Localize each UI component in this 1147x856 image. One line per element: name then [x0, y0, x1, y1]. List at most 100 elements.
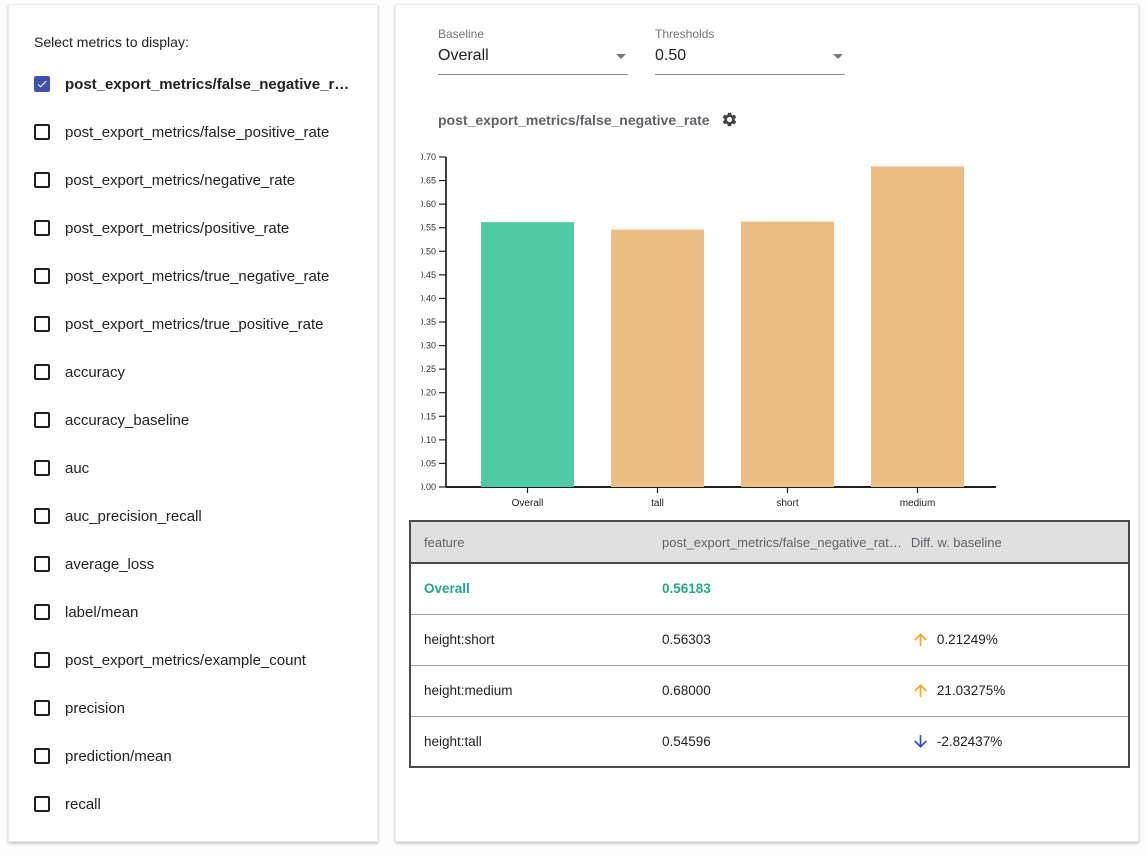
metric-option-label: post_export_metrics/positive_rate — [65, 220, 289, 237]
metric-value-cell: 0.68000 — [654, 665, 903, 716]
checkbox-unchecked-icon[interactable] — [34, 412, 50, 428]
metric-option-label: auc — [65, 460, 89, 477]
diff-cell: 0.21249% — [903, 614, 1129, 665]
arrow-down-icon — [911, 732, 930, 751]
metric-option-15[interactable]: recall — [9, 780, 377, 828]
metrics-sidebar: Select metrics to display: post_export_m… — [8, 4, 378, 842]
y-tick-label: 0.60 — [421, 199, 436, 209]
checkbox-unchecked-icon[interactable] — [34, 748, 50, 764]
y-tick-label: 0.05 — [421, 458, 436, 468]
metric-option-5[interactable]: post_export_metrics/true_positive_rate — [9, 300, 377, 348]
checkbox-unchecked-icon[interactable] — [34, 220, 50, 236]
metric-option-label: average_loss — [65, 556, 154, 573]
y-tick-label: 0.45 — [421, 270, 436, 280]
metric-option-label: recall — [65, 796, 101, 813]
checkbox-unchecked-icon[interactable] — [34, 604, 50, 620]
metric-option-14[interactable]: prediction/mean — [9, 732, 377, 780]
metric-option-label: accuracy_baseline — [65, 412, 189, 429]
metric-option-0[interactable]: post_export_metrics/false_negative_r… — [9, 60, 377, 108]
diff-value: 0.21249% — [937, 632, 998, 647]
table-header-1: post_export_metrics/false_negative_rat… — [654, 521, 903, 563]
metric-list: post_export_metrics/false_negative_r…pos… — [9, 60, 377, 828]
checkbox-unchecked-icon[interactable] — [34, 124, 50, 140]
diff-value: -2.82437% — [937, 734, 1002, 749]
metric-option-1[interactable]: post_export_metrics/false_positive_rate — [9, 108, 377, 156]
table-row-height:tall[interactable]: height:tall0.54596-2.82437% — [410, 716, 1129, 767]
checkbox-unchecked-icon[interactable] — [34, 268, 50, 284]
bar-Overall[interactable] — [481, 222, 574, 487]
diff-value: 21.03275% — [937, 683, 1005, 698]
metric-option-13[interactable]: precision — [9, 684, 377, 732]
metric-option-label: post_export_metrics/negative_rate — [65, 172, 295, 189]
baseline-dropdown[interactable]: Baseline Overall — [438, 27, 628, 75]
y-tick-label: 0.30 — [421, 341, 436, 351]
gear-icon[interactable] — [721, 111, 738, 128]
metric-option-label: post_export_metrics/true_negative_rate — [65, 268, 329, 285]
chevron-down-icon — [616, 54, 626, 59]
metric-value-cell: 0.54596 — [654, 716, 903, 767]
metric-option-label: accuracy — [65, 364, 125, 381]
metric-option-12[interactable]: post_export_metrics/example_count — [9, 636, 377, 684]
baseline-value: Overall — [438, 47, 489, 65]
metric-option-8[interactable]: auc — [9, 444, 377, 492]
chart-header: post_export_metrics/false_negative_rate — [438, 111, 738, 128]
y-tick-label: 0.20 — [421, 388, 436, 398]
bar-short[interactable] — [741, 222, 834, 487]
checkbox-checked-icon[interactable] — [34, 76, 50, 92]
diff-cell: -2.82437% — [903, 716, 1129, 767]
checkbox-unchecked-icon[interactable] — [34, 700, 50, 716]
fairness-metrics-app: Select metrics to display: post_export_m… — [0, 0, 1147, 856]
feature-cell: height:short — [410, 614, 654, 665]
x-tick-label: Overall — [512, 498, 544, 509]
metric-value-cell: 0.56303 — [654, 614, 903, 665]
metric-option-10[interactable]: average_loss — [9, 540, 377, 588]
checkbox-unchecked-icon[interactable] — [34, 556, 50, 572]
metrics-table: featurepost_export_metrics/false_negativ… — [409, 520, 1130, 768]
feature-cell: Overall — [410, 563, 654, 614]
y-tick-label: 0.50 — [421, 246, 436, 256]
metric-option-7[interactable]: accuracy_baseline — [9, 396, 377, 444]
metric-option-label: auc_precision_recall — [65, 508, 202, 525]
feature-cell: height:medium — [410, 665, 654, 716]
y-tick-label: 0.25 — [421, 364, 436, 374]
y-tick-label: 0.65 — [421, 176, 436, 186]
checkbox-unchecked-icon[interactable] — [34, 364, 50, 380]
metric-option-4[interactable]: post_export_metrics/true_negative_rate — [9, 252, 377, 300]
metric-option-11[interactable]: label/mean — [9, 588, 377, 636]
table-header-row: featurepost_export_metrics/false_negativ… — [410, 521, 1129, 563]
metric-option-label: prediction/mean — [65, 748, 172, 765]
thresholds-dropdown[interactable]: Thresholds 0.50 — [655, 27, 845, 75]
metric-option-label: precision — [65, 700, 125, 717]
y-tick-label: 0.35 — [421, 317, 436, 327]
check-icon — [36, 77, 48, 91]
thresholds-label: Thresholds — [655, 27, 845, 41]
metric-option-label: post_export_metrics/example_count — [65, 652, 306, 669]
bar-tall[interactable] — [611, 230, 704, 487]
arrow-up-icon — [911, 630, 930, 649]
checkbox-unchecked-icon[interactable] — [34, 172, 50, 188]
arrow-up-icon — [911, 681, 930, 700]
checkbox-unchecked-icon[interactable] — [34, 796, 50, 812]
thresholds-value: 0.50 — [655, 47, 686, 65]
bar-medium[interactable] — [871, 166, 964, 487]
metric-option-3[interactable]: post_export_metrics/positive_rate — [9, 204, 377, 252]
metric-option-label: label/mean — [65, 604, 138, 621]
x-tick-label: medium — [900, 498, 936, 509]
y-tick-label: 0.00 — [421, 482, 436, 492]
chart-title: post_export_metrics/false_negative_rate — [438, 112, 710, 128]
metric-option-6[interactable]: accuracy — [9, 348, 377, 396]
main-panel: Baseline Overall Thresholds 0.50 post_ex… — [395, 4, 1139, 842]
checkbox-unchecked-icon[interactable] — [34, 316, 50, 332]
checkbox-unchecked-icon[interactable] — [34, 652, 50, 668]
metric-option-2[interactable]: post_export_metrics/negative_rate — [9, 156, 377, 204]
x-tick-label: short — [776, 498, 798, 509]
table-row-height:medium[interactable]: height:medium0.68000 21.03275% — [410, 665, 1129, 716]
baseline-label: Baseline — [438, 27, 628, 41]
checkbox-unchecked-icon[interactable] — [34, 508, 50, 524]
table-row-Overall[interactable]: Overall0.56183 — [410, 563, 1129, 614]
metric-option-label: post_export_metrics/false_negative_r… — [65, 76, 349, 93]
metric-option-9[interactable]: auc_precision_recall — [9, 492, 377, 540]
y-tick-label: 0.40 — [421, 293, 436, 303]
checkbox-unchecked-icon[interactable] — [34, 460, 50, 476]
table-row-height:short[interactable]: height:short0.56303 0.21249% — [410, 614, 1129, 665]
